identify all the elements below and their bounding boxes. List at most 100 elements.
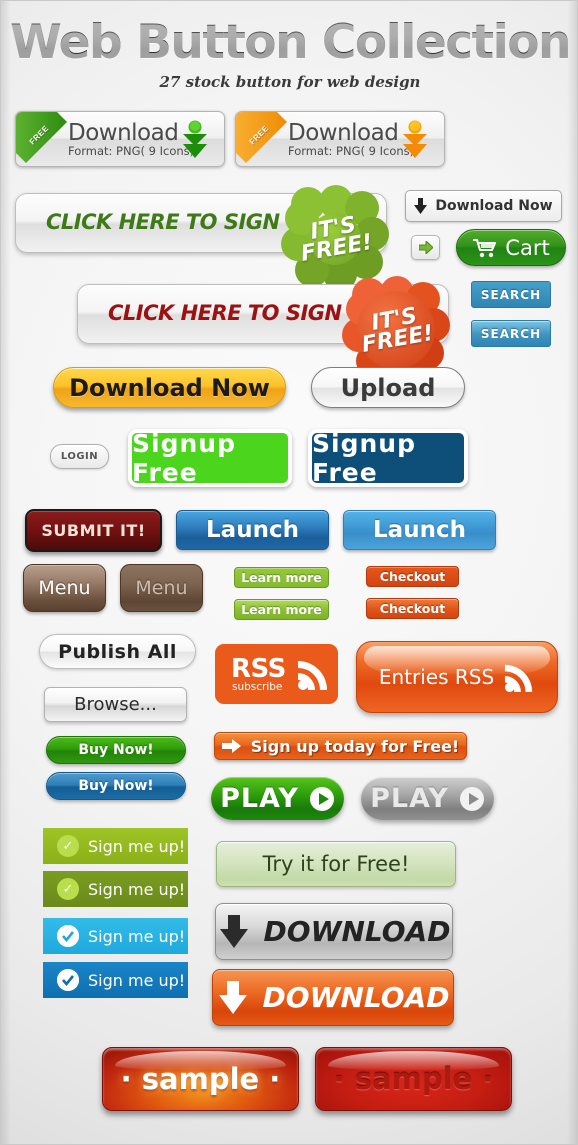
signup-today-label: Sign up today for Free! xyxy=(250,736,460,756)
buy-now-label: Buy Now! xyxy=(78,742,154,758)
signup-free-label: Signup Free xyxy=(132,429,236,487)
upload-button[interactable]: Upload xyxy=(311,367,465,408)
publish-all-label: Publish All xyxy=(58,640,177,663)
sign-me-up-label: Sign me up! xyxy=(88,836,186,856)
search-label: SEARCH xyxy=(480,287,542,302)
arrow-right-icon xyxy=(221,739,241,753)
login-label: LOGIN xyxy=(60,451,99,462)
arrow-right-icon xyxy=(418,241,433,254)
check-circle-icon xyxy=(57,925,79,947)
download-now-outline-button[interactable]: Download Now xyxy=(405,190,562,222)
check-circle-icon: ✓ xyxy=(57,878,79,900)
page-subtitle: 27 stock button for web design xyxy=(159,73,421,91)
rss-label: RSS xyxy=(231,654,286,684)
cart-label: Cart xyxy=(505,235,550,260)
sign-me-up-button-3[interactable]: Sign me up! xyxy=(43,918,188,954)
launch-label: Launch xyxy=(373,517,466,543)
signup-free-green-button[interactable]: Signup Free xyxy=(128,429,292,487)
download-label: DOWNLOAD xyxy=(263,915,451,948)
download-card-format: Format: PNG( 9 Icons) xyxy=(288,144,415,158)
rss-icon xyxy=(505,664,533,693)
check-circle-icon xyxy=(57,969,79,991)
search-button-flat[interactable]: SEARCH xyxy=(471,281,551,308)
play-icon xyxy=(309,786,334,811)
buy-now-green-button[interactable]: Buy Now! xyxy=(46,736,186,764)
download-card-title: Download xyxy=(68,120,179,146)
download-card-text: Download Format: PNG( 9 Icons) xyxy=(288,120,414,158)
download-now-label: Download Now xyxy=(69,373,270,402)
learn-more-button-flat[interactable]: Learn more xyxy=(234,567,329,588)
free-ribbon: FREE xyxy=(16,112,68,164)
shopping-cart-icon xyxy=(473,238,497,257)
signup-bar-label: CLICK HERE TO SIGN UP xyxy=(108,301,380,325)
browse-button[interactable]: Browse... xyxy=(44,687,187,722)
try-it-free-button[interactable]: Try it for Free! xyxy=(216,841,456,887)
download-now-label: Download Now xyxy=(435,198,553,214)
learn-more-label: Learn more xyxy=(241,602,322,617)
try-it-free-label: Try it for Free! xyxy=(262,852,410,876)
play-icon xyxy=(459,786,484,811)
entries-rss-button[interactable]: Entries RSS xyxy=(356,641,558,713)
play-button-green[interactable]: PLAY xyxy=(211,777,344,820)
launch-button-dark[interactable]: Launch xyxy=(176,510,329,550)
menu-label: Menu xyxy=(135,577,188,599)
play-label: PLAY xyxy=(370,783,449,814)
download-card-orange[interactable]: FREE Download Format: PNG( 9 Icons) xyxy=(235,111,445,167)
download-card-green[interactable]: FREE Download Format: PNG( 9 Icons) xyxy=(15,111,225,167)
submit-it-label: SUBMIT IT! xyxy=(41,521,146,540)
login-button[interactable]: LOGIN xyxy=(50,444,109,469)
download-button-grey[interactable]: DOWNLOAD xyxy=(215,903,453,960)
page-root: Web Button Collection 27 stock button fo… xyxy=(0,0,578,1145)
cart-button[interactable]: Cart xyxy=(456,229,566,266)
download-card-title: Download xyxy=(288,120,399,146)
submit-it-button[interactable]: SUBMIT IT! xyxy=(25,509,162,552)
signup-today-button[interactable]: Sign up today for Free! xyxy=(214,732,467,760)
download-card-text: Download Format: PNG( 9 Icons) xyxy=(68,120,194,158)
checkout-button-glossy[interactable]: Checkout xyxy=(366,598,459,619)
download-arrow-icon xyxy=(183,120,207,158)
sign-me-up-label: Sign me up! xyxy=(88,879,186,899)
download-button-orange[interactable]: DOWNLOAD xyxy=(212,969,454,1026)
upload-label: Upload xyxy=(340,373,436,402)
signup-free-blue-button[interactable]: Signup Free xyxy=(308,429,468,487)
sample-button-orange[interactable]: · sample · xyxy=(102,1047,299,1111)
checkout-label: Checkout xyxy=(379,569,446,584)
menu-button-light[interactable]: Menu xyxy=(23,564,106,612)
learn-more-button-glossy[interactable]: Learn more xyxy=(234,599,329,620)
signup-free-label: Signup Free xyxy=(312,429,416,487)
download-now-gold-button[interactable]: Download Now xyxy=(53,367,286,408)
play-button-silver[interactable]: PLAY xyxy=(361,777,494,820)
entries-rss-label: Entries RSS xyxy=(378,665,495,689)
its-free-badge-green: IT'S FREE! xyxy=(281,185,389,291)
sample-button-red[interactable]: · sample · xyxy=(315,1047,512,1111)
arrow-right-button[interactable] xyxy=(411,235,440,260)
menu-button-dark[interactable]: Menu xyxy=(120,564,203,612)
sign-me-up-label: Sign me up! xyxy=(88,970,186,990)
sign-me-up-button-1[interactable]: ✓ Sign me up! xyxy=(43,828,188,864)
sign-me-up-button-2[interactable]: ✓ Sign me up! xyxy=(43,871,188,907)
buy-now-label: Buy Now! xyxy=(78,778,154,794)
sign-me-up-label: Sign me up! xyxy=(88,926,186,946)
download-arrow-icon xyxy=(403,120,427,158)
rss-subscribe-button[interactable]: RSS subscribe xyxy=(215,644,338,704)
download-arrow-icon xyxy=(414,198,428,214)
launch-button-light[interactable]: Launch xyxy=(343,510,496,550)
page-title: Web Button Collection xyxy=(1,15,577,70)
sample-label: · sample · xyxy=(333,1062,494,1096)
download-card-format: Format: PNG( 9 Icons) xyxy=(68,144,195,158)
download-arrow-icon xyxy=(219,914,248,948)
sign-me-up-button-4[interactable]: Sign me up! xyxy=(43,962,188,998)
signup-bar-label: CLICK HERE TO SIGN UP xyxy=(46,210,318,234)
buy-now-blue-button[interactable]: Buy Now! xyxy=(46,772,186,800)
checkout-button-flat[interactable]: Checkout xyxy=(366,566,459,587)
download-label: DOWNLOAD xyxy=(262,981,450,1014)
search-button-glossy[interactable]: SEARCH xyxy=(471,320,551,347)
check-circle-icon: ✓ xyxy=(57,835,79,857)
rss-icon xyxy=(298,661,327,690)
learn-more-label: Learn more xyxy=(241,570,322,585)
publish-all-button[interactable]: Publish All xyxy=(39,634,196,669)
rss-sub-label: subscribe xyxy=(232,681,283,693)
checkout-label: Checkout xyxy=(379,601,446,616)
browse-label: Browse... xyxy=(74,694,157,715)
download-arrow-icon xyxy=(218,980,247,1014)
